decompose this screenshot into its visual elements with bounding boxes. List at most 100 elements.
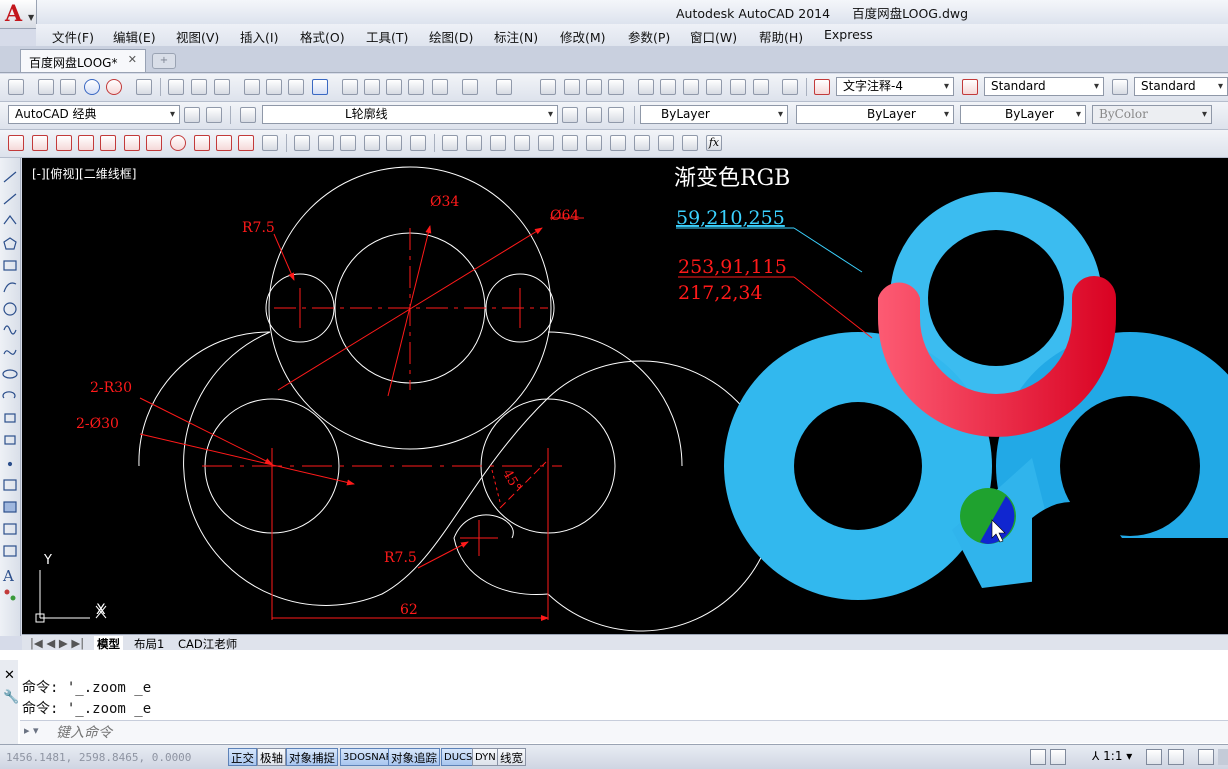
layer-properties-icon[interactable]: [240, 107, 256, 123]
tool-circle2-icon[interactable]: [60, 79, 76, 95]
menu-dimension[interactable]: 标注(N): [494, 27, 538, 46]
dim-radius-icon[interactable]: [100, 135, 116, 151]
layer-state-icon[interactable]: [608, 107, 624, 123]
properties-icon[interactable]: [638, 79, 654, 95]
menu-view[interactable]: 视图(V): [176, 27, 219, 46]
quick-dim-icon[interactable]: [194, 135, 210, 151]
constraint-3-icon[interactable]: [490, 135, 506, 151]
publish-icon[interactable]: [288, 79, 304, 95]
tool-palettes-icon[interactable]: [683, 79, 699, 95]
constraint-9-icon[interactable]: [634, 135, 650, 151]
copy-icon[interactable]: [364, 79, 380, 95]
quick-view-icon[interactable]: [1050, 749, 1066, 765]
markup-icon[interactable]: [730, 79, 746, 95]
ducs-toggle[interactable]: DUCS: [441, 748, 476, 766]
dim-ordinate-icon[interactable]: [78, 135, 94, 151]
paste-icon[interactable]: [386, 79, 402, 95]
param-3-icon[interactable]: [340, 135, 356, 151]
text-style-icon[interactable]: [814, 79, 830, 95]
calculator-icon[interactable]: [753, 79, 769, 95]
param-1-icon[interactable]: [294, 135, 310, 151]
pan-icon[interactable]: [540, 79, 556, 95]
lineweight-select[interactable]: ByLayer: [960, 105, 1086, 124]
workspace-select[interactable]: AutoCAD 经典: [8, 105, 180, 124]
application-menu-button[interactable]: A ▼: [0, 0, 37, 29]
linetype-select[interactable]: ByLayer: [796, 105, 954, 124]
command-prompt-icon[interactable]: ▸ ▾: [24, 724, 39, 737]
zoom-realtime-icon[interactable]: [564, 79, 580, 95]
close-icon[interactable]: ✕: [128, 53, 137, 66]
zoom-window-icon[interactable]: [586, 79, 602, 95]
save-icon[interactable]: [214, 79, 230, 95]
cut-icon[interactable]: [342, 79, 358, 95]
layer-previous-icon[interactable]: [586, 107, 602, 123]
constraint-6-icon[interactable]: [562, 135, 578, 151]
ortho-toggle[interactable]: 正交: [228, 748, 257, 766]
dim-aligned-icon[interactable]: [32, 135, 48, 151]
design-center-icon[interactable]: [660, 79, 676, 95]
constraint-4-icon[interactable]: [514, 135, 530, 151]
status-more-icon[interactable]: [1218, 749, 1228, 765]
menu-window[interactable]: 窗口(W): [690, 27, 737, 46]
sphere-render-icon[interactable]: [106, 79, 122, 95]
constraint-11-icon[interactable]: [682, 135, 698, 151]
lock-icon[interactable]: [262, 135, 278, 151]
match-icon[interactable]: [136, 79, 152, 95]
constraint-7-icon[interactable]: [586, 135, 602, 151]
menu-file[interactable]: 文件(F): [52, 27, 94, 46]
menu-edit[interactable]: 编辑(E): [113, 27, 156, 46]
menu-express[interactable]: Express: [824, 27, 873, 42]
menu-modify[interactable]: 修改(M): [560, 27, 606, 46]
menu-insert[interactable]: 插入(I): [240, 27, 278, 46]
menu-format[interactable]: 格式(O): [300, 27, 345, 46]
dim-angular-icon[interactable]: [170, 135, 186, 151]
auto-scale-icon[interactable]: [1168, 749, 1184, 765]
help-icon[interactable]: [782, 79, 798, 95]
dim-continue-icon[interactable]: [238, 135, 254, 151]
menu-parameters[interactable]: 参数(P): [628, 27, 670, 46]
command-input[interactable]: [54, 722, 1218, 744]
dim-style-select[interactable]: Standard: [984, 77, 1104, 96]
gear-icon[interactable]: [184, 107, 200, 123]
fx-icon[interactable]: fx: [706, 135, 722, 151]
gear-icon[interactable]: [1198, 749, 1214, 765]
menu-draw[interactable]: 绘图(D): [429, 27, 473, 46]
make-current-layer-icon[interactable]: [562, 107, 578, 123]
param-2-icon[interactable]: [318, 135, 334, 151]
lineweight-toggle[interactable]: 线宽: [497, 748, 526, 766]
undo-icon[interactable]: [462, 79, 478, 95]
new-tab-button[interactable]: +: [152, 53, 176, 69]
model-space-icon[interactable]: [1030, 749, 1046, 765]
param-5-icon[interactable]: [386, 135, 402, 151]
color-select[interactable]: ByLayer: [640, 105, 788, 124]
constraint-5-icon[interactable]: [538, 135, 554, 151]
wrench-icon[interactable]: 🔧: [3, 690, 19, 705]
constraint-10-icon[interactable]: [658, 135, 674, 151]
workspace-icon[interactable]: [8, 79, 24, 95]
dyn-toggle[interactable]: DYN: [472, 748, 499, 766]
menu-tools[interactable]: 工具(T): [366, 27, 408, 46]
dim-style-icon[interactable]: [962, 79, 978, 95]
annotation-visibility-icon[interactable]: [1146, 749, 1162, 765]
param-6-icon[interactable]: [410, 135, 426, 151]
draw-toolbar-icons[interactable]: A: [0, 158, 20, 636]
drawing-canvas[interactable]: [-][俯视][二维线框] R7.5 Ø34 Ø64 2-R30 2-Ø30 4…: [22, 158, 1228, 634]
open-file-icon[interactable]: [191, 79, 207, 95]
layer-select[interactable]: L轮廓线: [262, 105, 558, 124]
dim-baseline-icon[interactable]: [216, 135, 232, 151]
table-style-select[interactable]: Standard: [1134, 77, 1228, 96]
annotation-scale[interactable]: ⅄ 1:1 ▾: [1092, 749, 1132, 763]
menu-help[interactable]: 帮助(H): [759, 27, 803, 46]
sheet-set-icon[interactable]: [706, 79, 722, 95]
3dosnap-toggle[interactable]: 3DOSNAP: [340, 748, 395, 766]
document-tab[interactable]: 百度网盘LOOG* ✕: [20, 49, 146, 72]
sphere-blue-icon[interactable]: [84, 79, 100, 95]
constraint-1-icon[interactable]: [442, 135, 458, 151]
constraint-2-icon[interactable]: [466, 135, 482, 151]
print-preview-icon[interactable]: [266, 79, 282, 95]
new-file-icon[interactable]: [168, 79, 184, 95]
polar-toggle[interactable]: 极轴: [257, 748, 286, 766]
match-properties-icon[interactable]: [408, 79, 424, 95]
tool-circle-icon[interactable]: [38, 79, 54, 95]
redo-icon[interactable]: [496, 79, 512, 95]
